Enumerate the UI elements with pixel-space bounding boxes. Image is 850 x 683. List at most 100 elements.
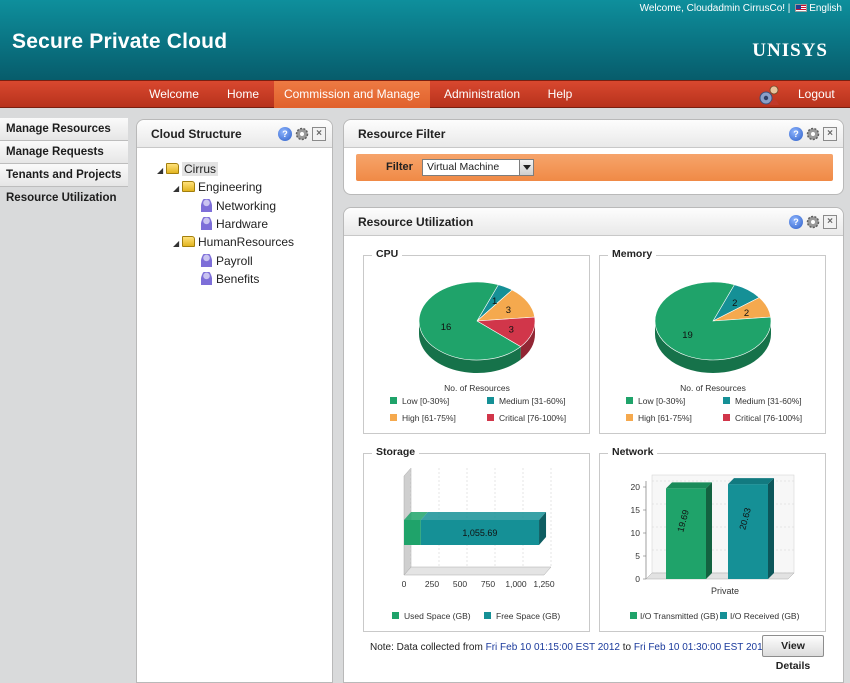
view-details-button[interactable]: View Details [762, 635, 824, 672]
pie-value-label: 3 [509, 324, 514, 335]
pie-value-label: 19 [682, 330, 693, 341]
group-icon [201, 199, 212, 212]
language-link[interactable]: English [809, 3, 842, 14]
pie-value-label: 2 [732, 298, 737, 309]
filter-bar: Filter Virtual Machine [356, 154, 833, 181]
nav-home[interactable]: Home [216, 81, 270, 108]
legend-label-medium-31-60: Medium [31-60%] [499, 396, 566, 406]
network-bar-svg: 0510152019.69 20.63PrivateI/O Transmitted… [630, 474, 800, 621]
note-to-date: Fri Feb 10 01:30:00 EST 2012 [633, 642, 769, 653]
resource-filter-title: Resource Filter [358, 127, 446, 141]
pie-axis-label: No. of Resources [680, 383, 746, 393]
cloud-structure-header: Cloud Structure ? × [137, 120, 332, 148]
legend-label-free-space-gb: Free Space (GB) [496, 611, 560, 621]
legend-label-high-61-75: High [61-75%] [402, 413, 456, 423]
network-bar-top-i-o-received-gb [728, 478, 774, 485]
network-tick-label: 5 [635, 551, 640, 561]
legend-swatch-critical-76-100 [723, 414, 730, 421]
legend-swatch-used-space-gb [392, 612, 399, 619]
legend-swatch-free-space-gb [484, 612, 491, 619]
close-icon[interactable]: × [312, 127, 326, 141]
storage-bar-svg: 0 250 500 750 1,000 1,250 1,055.69 Used Space (… [392, 467, 560, 621]
logout-link[interactable]: Logout [798, 81, 835, 108]
storage-tick-label: 500 [453, 579, 467, 589]
legend-label-used-space-gb: Used Space (GB) [404, 611, 471, 621]
gear-icon[interactable] [806, 127, 820, 141]
network-chart: Network 0 5 10 15 20 19.69 20.63 Private I/O Tra… [599, 446, 826, 632]
filter-select[interactable]: Virtual Machine [422, 159, 534, 176]
collapse-icon[interactable]: ◢ [173, 235, 182, 253]
filter-label: Filter [386, 161, 413, 173]
storage-bar-used-space-gb [404, 520, 421, 545]
group-icon [201, 254, 212, 267]
pie-value-label: 1 [492, 296, 497, 307]
user-settings-icon[interactable] [757, 84, 781, 106]
legend-label-low-0-30: Low [0-30%] [638, 396, 685, 406]
app-title: Secure Private Cloud [12, 30, 228, 53]
tree-node-benefits[interactable]: Benefits [201, 270, 259, 288]
help-icon[interactable]: ? [789, 127, 803, 141]
collapse-icon[interactable]: ◢ [173, 180, 182, 198]
tree-node-humanresources[interactable]: ◢ HumanResources [173, 233, 294, 251]
tree-node-hardware[interactable]: Hardware [201, 215, 268, 233]
legend-swatch-low-0-30 [390, 397, 397, 404]
welcome-bar: Welcome, Cloudadmin CirrusCo! | English [640, 3, 842, 14]
legend-swatch-critical-76-100 [487, 414, 494, 421]
collapse-icon[interactable]: ◢ [157, 162, 166, 180]
sidebar-item-tenants-and-projects[interactable]: Tenants and Projects [0, 164, 128, 187]
storage-chart: Storage 0 250 500 750 1,000 1,250 1,055.69 Used… [363, 446, 590, 632]
gear-icon[interactable] [806, 215, 820, 229]
us-flag-icon[interactable] [795, 3, 808, 12]
network-bar-top-i-o-transmitted-gb [666, 482, 712, 489]
legend-swatch-medium-31-60 [487, 397, 494, 404]
network-tick-label: 10 [631, 528, 641, 538]
close-icon[interactable]: × [823, 215, 837, 229]
legend-swatch-i-o-transmitted-gb [630, 612, 637, 619]
legend-label-medium-31-60: Medium [31-60%] [735, 396, 802, 406]
help-icon[interactable]: ? [789, 215, 803, 229]
resource-filter-header: Resource Filter ? × [344, 120, 843, 148]
group-icon [201, 217, 212, 230]
legend-swatch-high-61-75 [626, 414, 633, 421]
close-icon[interactable]: × [823, 127, 837, 141]
pie-axis-label: No. of Resources [444, 383, 510, 393]
note-from-date: Fri Feb 10 01:15:00 EST 2012 [485, 642, 620, 653]
legend-swatch-high-61-75 [390, 414, 397, 421]
note-to-word: to [622, 642, 632, 653]
pie-value-label: 3 [506, 305, 511, 316]
resource-filter-panel: Resource Filter ? × Filter Virtual Machi… [343, 119, 844, 195]
app-header: Welcome, Cloudadmin CirrusCo! | English … [0, 0, 850, 80]
filter-selected-value: Virtual Machine [427, 161, 500, 173]
sidebar-item-resource-utilization[interactable]: Resource Utilization [0, 187, 128, 210]
storage-tick-label: 1,250 [533, 579, 555, 589]
storage-tick-label: 250 [425, 579, 439, 589]
nav-help[interactable]: Help [536, 81, 584, 108]
nav-administration[interactable]: Administration [436, 81, 528, 108]
network-bar-i-o-received-gb [728, 484, 768, 579]
network-bar-side-i-o-transmitted-gb [706, 482, 712, 579]
resource-utilization-title: Resource Utilization [358, 215, 474, 229]
network-category-label: Private [711, 586, 739, 596]
sidebar: Manage Resources Manage Requests Tenants… [0, 118, 128, 683]
sidebar-item-manage-resources[interactable]: Manage Resources [0, 118, 128, 141]
legend-label-i-o-transmitted-gb: I/O Transmitted (GB) [640, 611, 719, 621]
cpu-chart: CPU 1 3 3 16 No. of Resources Low [0-30%] Medi… [363, 248, 590, 434]
tree-node-cirrus[interactable]: ◢ Cirrus [157, 160, 218, 178]
legend-swatch-medium-31-60 [723, 397, 730, 404]
gear-icon[interactable] [295, 127, 309, 141]
cloud-structure-title: Cloud Structure [151, 127, 242, 141]
network-bar-side-i-o-received-gb [768, 478, 774, 579]
nav-welcome[interactable]: Welcome [137, 81, 211, 108]
tree-node-engineering[interactable]: ◢ Engineering [173, 178, 262, 196]
sidebar-item-manage-requests[interactable]: Manage Requests [0, 141, 128, 164]
legend-label-i-o-received-gb: I/O Received (GB) [730, 611, 800, 621]
welcome-text: Welcome, Cloudadmin CirrusCo! | [639, 3, 791, 14]
cpu-pie-svg: 13316No. of ResourcesLow [0-30%] Medium [… [390, 281, 566, 423]
dropdown-arrow-icon[interactable] [519, 160, 533, 175]
group-icon [201, 272, 212, 285]
storage-bar-top-free-space-gb [420, 512, 547, 520]
tree-node-networking[interactable]: Networking [201, 197, 276, 215]
tree-node-payroll[interactable]: Payroll [201, 252, 253, 270]
nav-commission-and-manage[interactable]: Commission and Manage [274, 81, 430, 108]
help-icon[interactable]: ? [278, 127, 292, 141]
